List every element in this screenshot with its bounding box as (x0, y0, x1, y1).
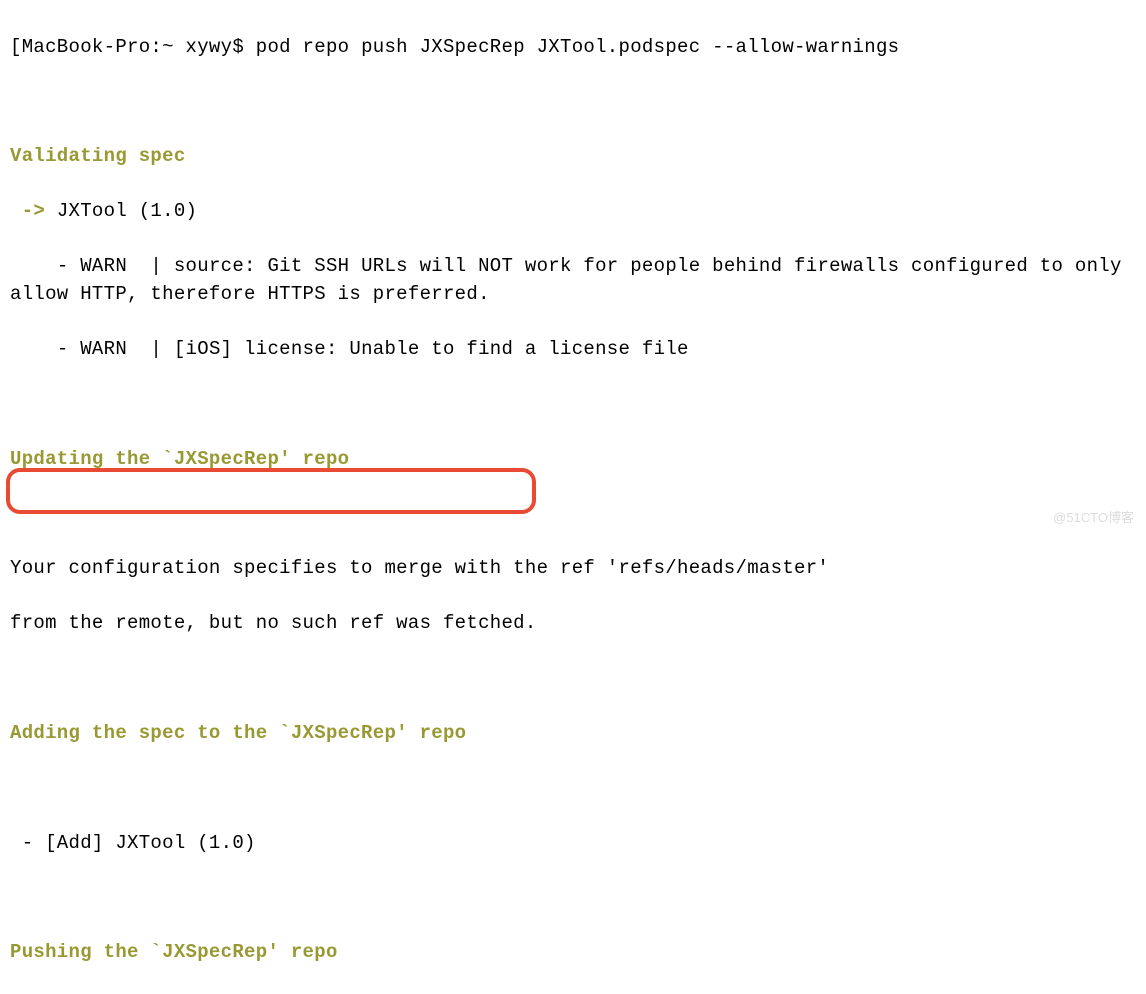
blank (10, 89, 1136, 116)
bracket-open: [ (10, 36, 22, 58)
blank (10, 665, 1136, 692)
prompt-line: [MacBook-Pro:~ xywy$ pod repo push JXSpe… (10, 34, 1136, 62)
blank (10, 885, 1136, 912)
warn-prefix-1: - WARN | (10, 255, 174, 277)
add-item: - [Add] JXTool (1.0) (10, 830, 1136, 858)
watermark-text: @51CTO博客 (1053, 509, 1134, 528)
section-adding: Adding the spec to the `JXSpecRep' repo (10, 720, 1136, 748)
section-validating: Validating spec (10, 143, 1136, 171)
warn-line-2: - WARN | [iOS] license: Unable to find a… (10, 336, 1136, 364)
arrow-icon: -> (10, 200, 57, 222)
warn-prefix-2: - WARN | (10, 338, 174, 360)
blank (10, 501, 1136, 528)
merge-line-2: from the remote, but no such ref was fet… (10, 610, 1136, 638)
section-pushing: Pushing the `JXSpecRep' repo (10, 939, 1136, 967)
command-text: pod repo push JXSpecRep JXTool.podspec -… (244, 36, 899, 58)
spec-line: -> JXTool (1.0) (10, 198, 1136, 226)
blank (10, 775, 1136, 802)
blank (10, 391, 1136, 418)
section-updating: Updating the `JXSpecRep' repo (10, 446, 1136, 474)
merge-line-1: Your configuration specifies to merge wi… (10, 555, 1136, 583)
prompt-host: MacBook-Pro:~ xywy$ (22, 36, 244, 58)
terminal-output[interactable]: [MacBook-Pro:~ xywy$ pod repo push JXSpe… (10, 6, 1136, 994)
spec-version: JXTool (1.0) (57, 200, 197, 222)
warn-text-1: source: Git SSH URLs will NOT work for p… (10, 255, 1133, 305)
warn-text-2: [iOS] license: Unable to find a license … (174, 338, 689, 360)
warn-line-1: - WARN | source: Git SSH URLs will NOT w… (10, 253, 1136, 308)
